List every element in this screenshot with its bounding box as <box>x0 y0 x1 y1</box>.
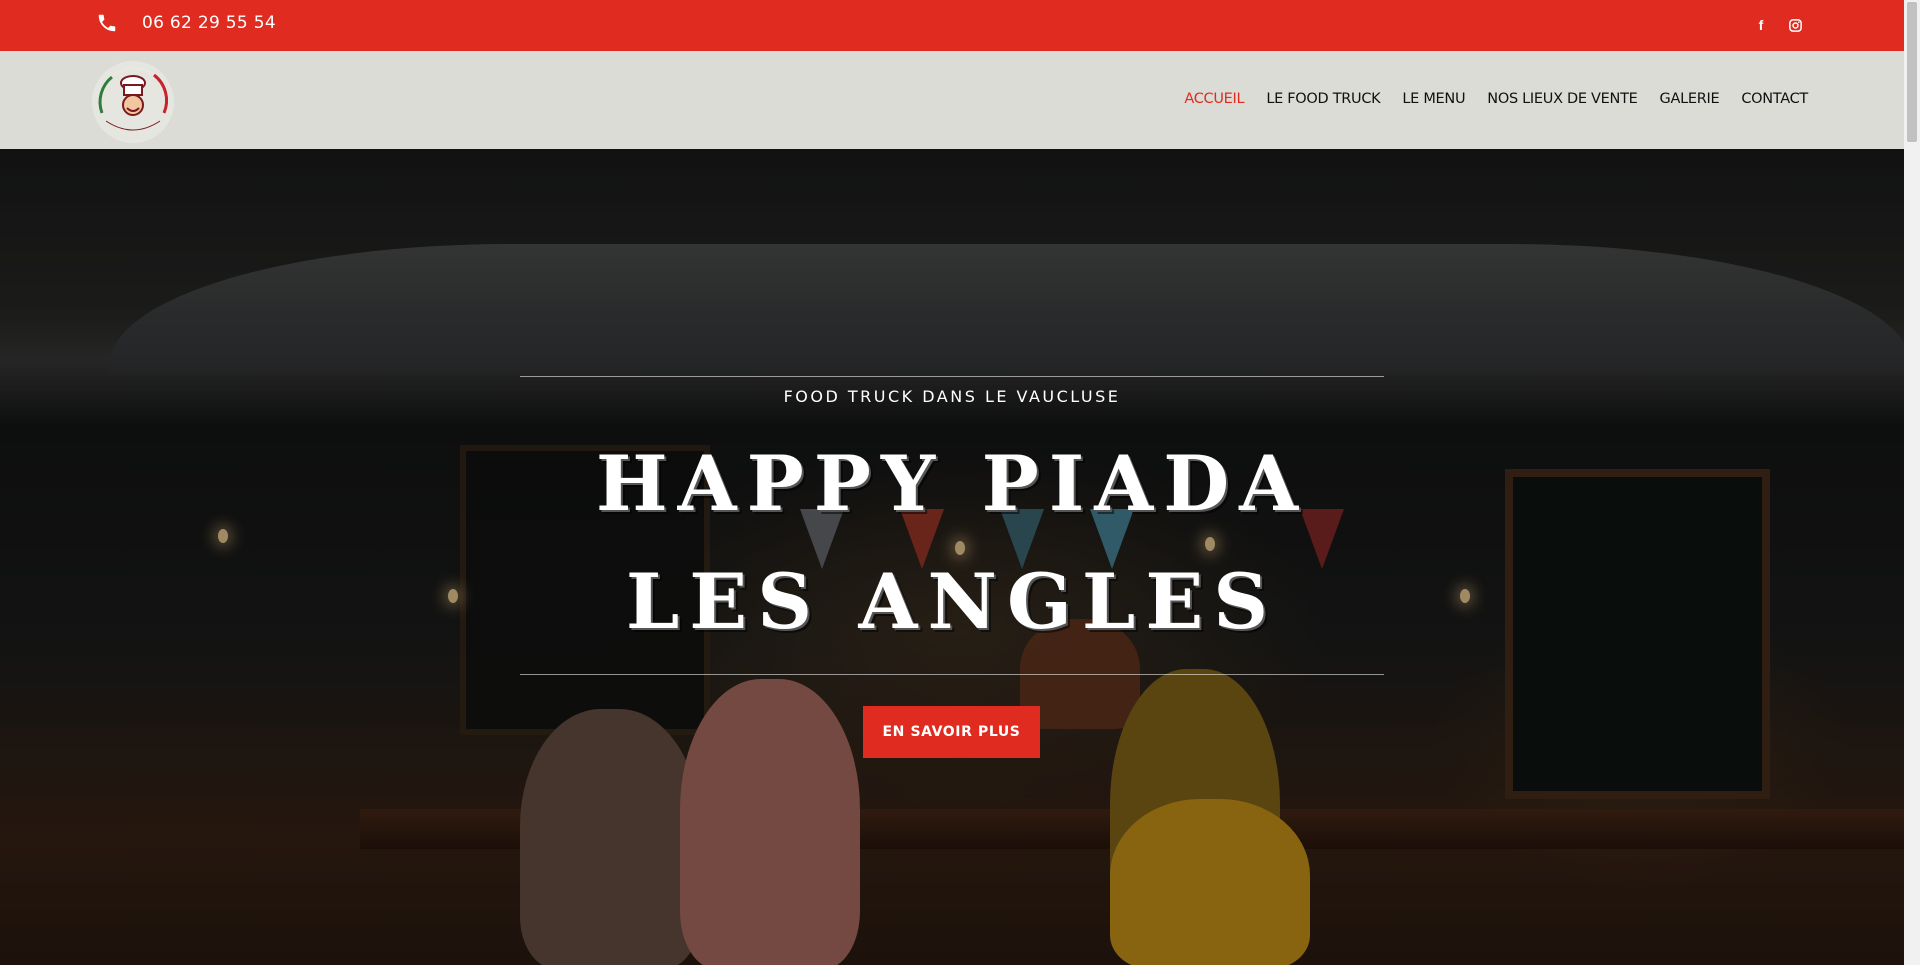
site-logo[interactable] <box>92 61 174 143</box>
facebook-icon[interactable]: f <box>1752 16 1770 34</box>
hero-title-line1: HAPPY PIADA <box>595 439 1309 528</box>
main-nav: ACCUEIL LE FOOD TRUCK LE MENU NOS LIEUX … <box>1184 91 1808 107</box>
instagram-icon[interactable] <box>1786 16 1804 34</box>
nav-contact[interactable]: CONTACT <box>1741 91 1808 107</box>
top-bar: 06 62 29 55 54 f <box>0 0 1904 51</box>
hero-tagline: FOOD TRUCK DANS LE VAUCLUSE <box>783 387 1121 406</box>
hero-divider-top <box>520 376 1384 377</box>
phone-icon <box>98 14 116 32</box>
page-scrollbar[interactable] <box>1904 0 1920 965</box>
phone-number[interactable]: 06 62 29 55 54 <box>142 13 276 33</box>
nav-galerie[interactable]: GALERIE <box>1660 91 1720 107</box>
scrollbar-thumb[interactable] <box>1907 2 1917 142</box>
hero-section: FOOD TRUCK DANS LE VAUCLUSE HAPPY PIADA … <box>0 149 1904 965</box>
phone-contact[interactable]: 06 62 29 55 54 <box>96 12 276 34</box>
nav-le-menu[interactable]: LE MENU <box>1402 91 1465 107</box>
en-savoir-plus-button[interactable]: EN SAVOIR PLUS <box>863 706 1040 758</box>
hero-title-line2: LES ANGLES <box>625 557 1279 646</box>
nav-accueil[interactable]: ACCUEIL <box>1184 91 1244 107</box>
hero-divider-bottom <box>520 674 1384 675</box>
nav-nos-lieux-de-vente[interactable]: NOS LIEUX DE VENTE <box>1487 91 1638 107</box>
nav-le-food-truck[interactable]: LE FOOD TRUCK <box>1266 91 1380 107</box>
site-header: ACCUEIL LE FOOD TRUCK LE MENU NOS LIEUX … <box>0 51 1904 149</box>
